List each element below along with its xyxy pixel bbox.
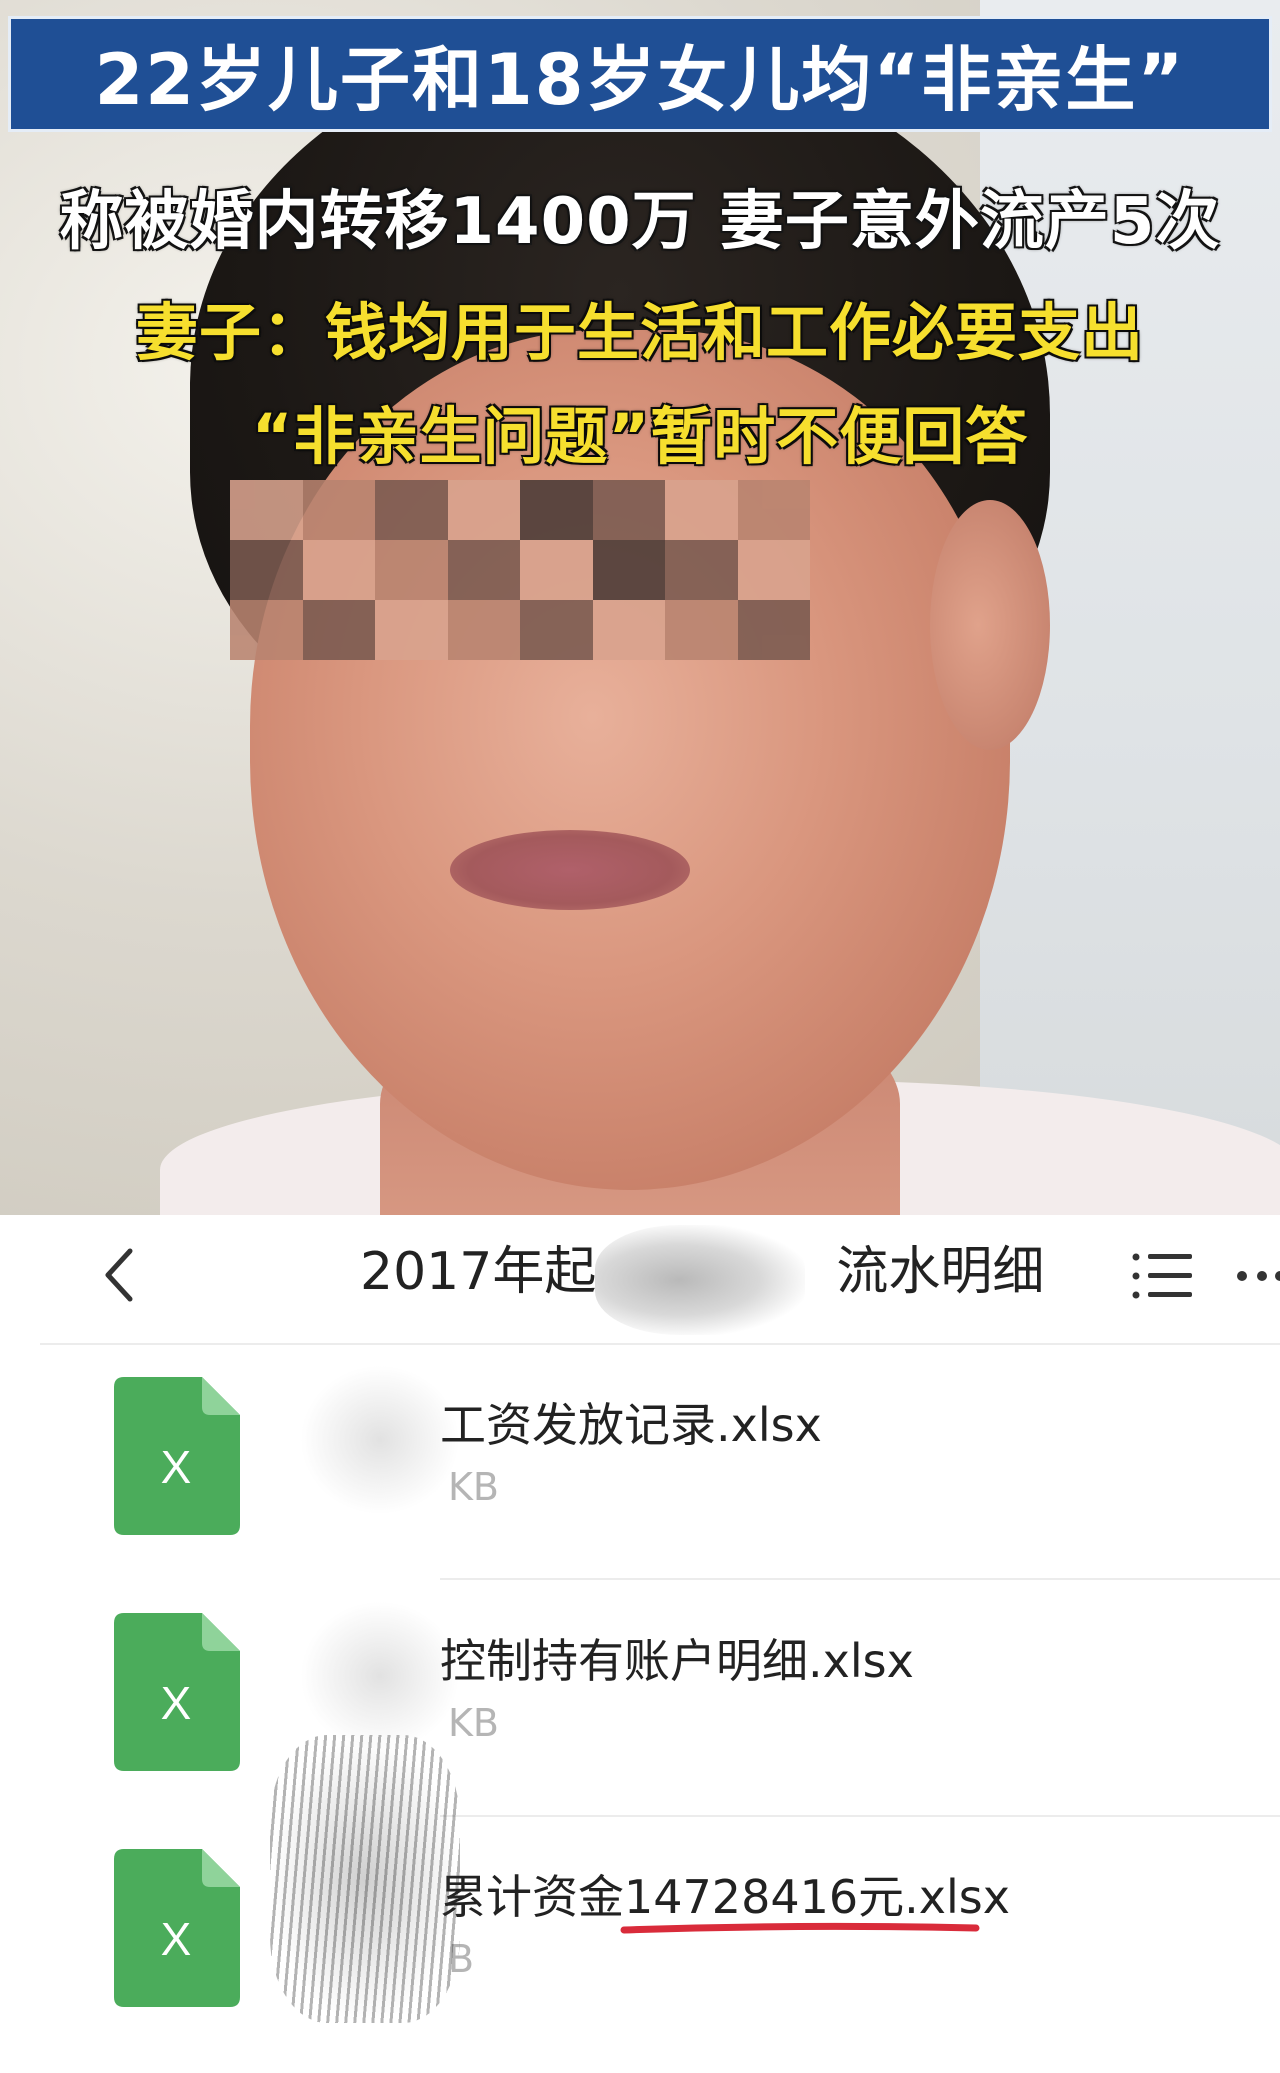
person-ear (930, 500, 1050, 750)
file-name-amount: 累计资金14728416元.xlsx (440, 1861, 1010, 1927)
row-divider (440, 1815, 1280, 1817)
headline-banner: 22岁儿子和18岁女儿均“非亲生” (8, 16, 1272, 132)
row-divider (440, 1578, 1280, 1580)
chevron-left-icon (105, 1248, 133, 1302)
wife-quote-line2: “非亲生问题”暂时不便回答 (251, 400, 1029, 473)
file-row[interactable]: X 控制持有账户明细.xlsx KB (0, 1601, 1280, 1837)
wife-quote-line1: 妻子：钱均用于生活和工作必要支出 (135, 296, 1144, 369)
red-underline-annotation (620, 1922, 980, 1934)
headline-text: 22岁儿子和18岁女儿均“非亲生” (94, 38, 1186, 121)
file-name: 控制持有账户明细.xlsx (440, 1634, 914, 1688)
subtitle-caption: 称被婚内转移1400万 妻子意外流产5次 (59, 185, 1221, 259)
list-icon (1132, 1253, 1192, 1299)
more-horizontal-icon (1237, 1271, 1280, 1281)
eye-mosaic-censor (230, 480, 810, 660)
file-size: KB (448, 1465, 499, 1509)
excel-file-icon: X (114, 1613, 240, 1771)
svg-text:X: X (161, 1441, 192, 1493)
file-browser-screen: 2017年起 流水明细 X 工资发放记录.xlsx KB X 控制持有账户明细.… (0, 1215, 1280, 2023)
list-menu-button[interactable] (1128, 1245, 1198, 1307)
nav-divider (40, 1343, 1280, 1345)
name-redaction-blur (300, 1601, 460, 1751)
file-size: KB (448, 1701, 499, 1745)
excel-file-icon: X (114, 1849, 240, 2007)
file-name-prefix: 累计资金 (440, 1870, 624, 1924)
more-options-button[interactable] (1232, 1245, 1280, 1307)
scribble-redaction (270, 1735, 460, 2023)
file-row[interactable]: X 工资发放记录.xlsx KB (0, 1365, 1280, 1601)
svg-text:X: X (161, 1913, 192, 1965)
back-button[interactable] (90, 1245, 150, 1305)
name-redaction-blur (300, 1365, 460, 1515)
svg-text:X: X (161, 1677, 192, 1729)
folder-title-prefix: 2017年起 (360, 1242, 597, 1302)
top-nav-bar: 2017年起 流水明细 (0, 1215, 1280, 1335)
file-name-amount-value: 14728416元.xlsx (624, 1870, 1010, 1924)
file-row[interactable]: X 累计资金14728416元.xlsx B (0, 1837, 1280, 2073)
excel-file-icon: X (114, 1377, 240, 1535)
person-mouth (450, 830, 690, 910)
title-redaction-blur (595, 1225, 805, 1335)
file-name: 工资发放记录.xlsx (440, 1398, 822, 1452)
folder-title-suffix: 流水明细 (836, 1242, 1045, 1302)
news-photo: 22岁儿子和18岁女儿均“非亲生” 称被婚内转移1400万 妻子意外流产5次 妻… (0, 0, 1280, 1215)
